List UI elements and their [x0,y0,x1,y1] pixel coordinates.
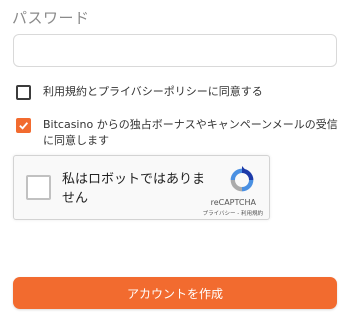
recaptcha-checkbox[interactable] [26,175,51,200]
create-account-button[interactable]: アカウントを作成 [13,277,337,309]
recaptcha-brand: reCAPTCHA [210,198,256,207]
terms-checkbox[interactable] [16,85,31,100]
promo-checkbox[interactable] [16,118,31,133]
recaptcha-widget: 私はロボットではありません reCAPTCHA プライバシー - 利用規約 [13,155,270,220]
checkmark-icon [19,122,29,130]
signup-form: パスワード 利用規約とプライバシーポリシーに同意する Bitcasino からの… [0,0,350,323]
terms-consent-row[interactable]: 利用規約とプライバシーポリシーに同意する [16,84,343,100]
recaptcha-links[interactable]: プライバシー - 利用規約 [14,209,274,217]
terms-consent-label: 利用規約とプライバシーポリシーに同意する [43,85,263,98]
promo-consent-row[interactable]: Bitcasino からの独占ボーナスやキャンペーンメールの受信に同意します [16,117,343,149]
recaptcha-logo-icon [230,166,254,192]
password-field[interactable] [13,34,337,67]
promo-consent-label: Bitcasino からの独占ボーナスやキャンペーンメールの受信に同意します [43,118,338,147]
password-label: パスワード [12,9,90,27]
